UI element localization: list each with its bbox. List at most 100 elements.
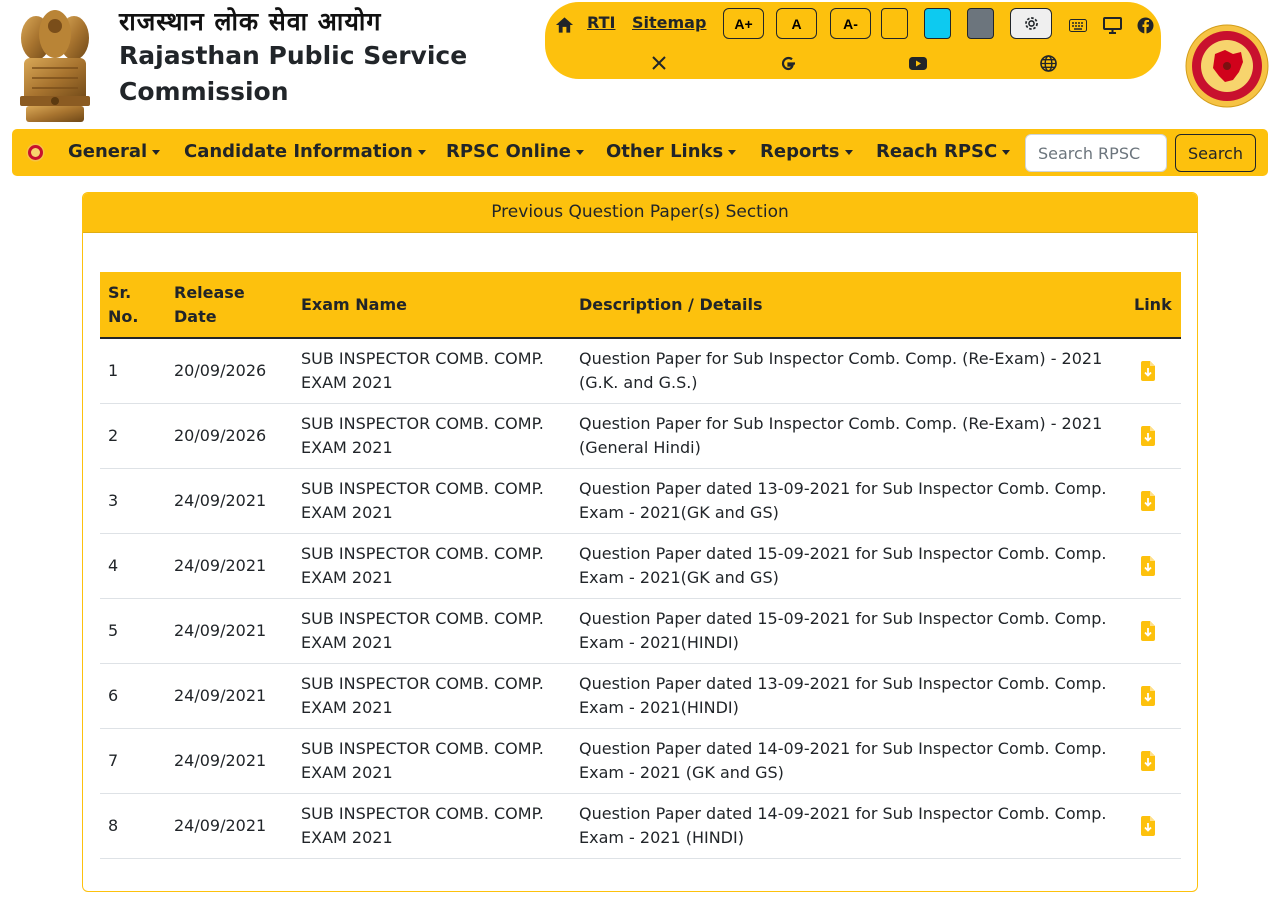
google-icon[interactable] [778,54,798,72]
nav-other-links[interactable]: Other Links [606,141,737,162]
font-decrease-button[interactable]: A- [830,8,871,39]
sr-no-cell: 7 [100,728,166,794]
pdf-download-icon[interactable] [1140,361,1156,382]
nav-rpsc-online-label: RPSC Online [446,141,571,162]
pdf-download-icon[interactable] [1140,751,1156,771]
section-title: Previous Question Paper(s) Section [83,193,1197,233]
column-header-description: Description / Details [571,272,1126,339]
nav-reports[interactable]: Reports [760,141,853,162]
rti-link[interactable]: RTI [587,13,615,32]
description-cell: Question Paper dated 14-09-2021 for Sub … [571,793,1126,859]
sr-no-cell: 6 [100,663,166,729]
facebook-icon[interactable] [1135,15,1155,35]
table-row: 5 24/09/2021 SUB INSPECTOR COMB. COMP. EXA… [100,598,1181,664]
theme-gray-button[interactable] [967,8,994,39]
x-icon[interactable] [649,54,669,72]
site-title-hindi: राजस्थान लोक सेवा आयोग [119,7,382,36]
release-date-cell: 20/09/2026 [166,403,293,469]
pdf-download-icon[interactable] [1140,426,1156,446]
youtube-icon[interactable] [908,54,928,72]
link-cell [1126,728,1181,794]
description-cell: Question Paper dated 15-09-2021 for Sub … [571,598,1126,664]
accessibility-toolbar: RTI Sitemap A+ A A- [545,2,1161,79]
release-date-cell: 24/09/2021 [166,598,293,664]
nav-reach-rpsc[interactable]: Reach RPSC [876,141,1011,162]
release-date-cell: 20/09/2026 [166,338,293,404]
pdf-download-icon[interactable] [1140,621,1156,641]
description-cell: Question Paper dated 15-09-2021 for Sub … [571,533,1126,599]
search-input[interactable] [1025,134,1167,172]
question-paper-card: Previous Question Paper(s) Section Sr. N… [82,192,1198,892]
chevron-down-icon [575,150,584,155]
column-header-exam-name: Exam Name [293,272,571,339]
exam-name-cell: SUB INSPECTOR COMB. COMP. EXAM 2021 [293,533,571,599]
sr-no-cell: 8 [100,793,166,859]
theme-cyan-button[interactable] [924,8,951,39]
column-header-link: Link [1126,272,1181,339]
globe-icon[interactable] [1038,54,1058,72]
description-cell: Question Paper dated 13-09-2021 for Sub … [571,468,1126,534]
font-increase-button[interactable]: A+ [723,8,764,39]
link-cell [1126,338,1181,404]
sr-no-cell: 1 [100,338,166,404]
sr-no-cell: 4 [100,533,166,599]
link-cell [1126,598,1181,664]
sr-no-cell: 3 [100,468,166,534]
table-row: 4 24/09/2021 SUB INSPECTOR COMB. COMP. EXA… [100,533,1181,599]
site-title: Rajasthan Public Service Commission [119,41,468,106]
exam-name-cell: SUB INSPECTOR COMB. COMP. EXAM 2021 [293,468,571,534]
table-row: 1 20/09/2026 SUB INSPECTOR COMB. COMP. EXA… [100,338,1181,404]
sitemap-link[interactable]: Sitemap [632,13,706,32]
nav-reach-rpsc-label: Reach RPSC [876,141,998,162]
rpsc-seal-logo [1185,24,1269,108]
sr-no-cell: 2 [100,403,166,469]
exam-name-cell: SUB INSPECTOR COMB. COMP. EXAM 2021 [293,403,571,469]
nav-reports-label: Reports [760,141,840,162]
description-cell: Question Paper dated 13-09-2021 for Sub … [571,663,1126,729]
nav-rpsc-online[interactable]: RPSC Online [446,141,584,162]
description-cell: Question Paper dated 14-09-2021 for Sub … [571,728,1126,794]
exam-name-cell: SUB INSPECTOR COMB. COMP. EXAM 2021 [293,793,571,859]
description-cell: Question Paper for Sub Inspector Comb. C… [571,338,1126,404]
search-button[interactable]: Search [1175,134,1256,172]
pdf-download-icon[interactable] [1140,556,1156,576]
nav-other-links-label: Other Links [606,141,724,162]
home-icon[interactable] [554,15,574,35]
nav-general[interactable]: General [68,141,161,162]
pdf-download-icon[interactable] [1140,816,1156,836]
link-cell [1126,793,1181,859]
desktop-icon[interactable] [1102,15,1122,35]
font-normal-button[interactable]: A [776,8,817,39]
nav-general-label: General [68,141,148,162]
nav-candidate-information-label: Candidate Information [184,141,413,162]
pdf-download-icon[interactable] [1140,491,1156,511]
exam-name-cell: SUB INSPECTOR COMB. COMP. EXAM 2021 [293,663,571,729]
table-row: 7 24/09/2021 SUB INSPECTOR COMB. COMP. EXA… [100,728,1181,794]
settings-button[interactable] [1010,8,1052,39]
main-navbar: General Candidate Information RPSC Onlin… [12,129,1268,176]
national-emblem-logo [12,8,98,124]
pdf-download-icon[interactable] [1140,686,1156,706]
chevron-down-icon [417,150,426,155]
question-paper-table: Sr. No. Release Date Exam Name Descripti… [100,272,1181,859]
rpsc-nav-logo[interactable] [26,143,45,162]
release-date-cell: 24/09/2021 [166,793,293,859]
chevron-down-icon [844,150,853,155]
column-header-release-date: Release Date [166,272,293,339]
release-date-cell: 24/09/2021 [166,468,293,534]
exam-name-cell: SUB INSPECTOR COMB. COMP. EXAM 2021 [293,338,571,404]
link-cell [1126,468,1181,534]
table-header-row: Sr. No. Release Date Exam Name Descripti… [100,272,1181,339]
keyboard-icon[interactable] [1068,15,1088,35]
theme-yellow-button[interactable] [881,8,908,39]
release-date-cell: 24/09/2021 [166,663,293,729]
release-date-cell: 24/09/2021 [166,533,293,599]
sr-no-cell: 5 [100,598,166,664]
table-row: 6 24/09/2021 SUB INSPECTOR COMB. COMP. EXA… [100,663,1181,729]
table-row: 8 24/09/2021 SUB INSPECTOR COMB. COMP. EXA… [100,793,1181,859]
link-cell [1126,663,1181,729]
nav-candidate-information[interactable]: Candidate Information [184,141,426,162]
release-date-cell: 24/09/2021 [166,728,293,794]
chevron-down-icon [1002,150,1011,155]
exam-name-cell: SUB INSPECTOR COMB. COMP. EXAM 2021 [293,728,571,794]
